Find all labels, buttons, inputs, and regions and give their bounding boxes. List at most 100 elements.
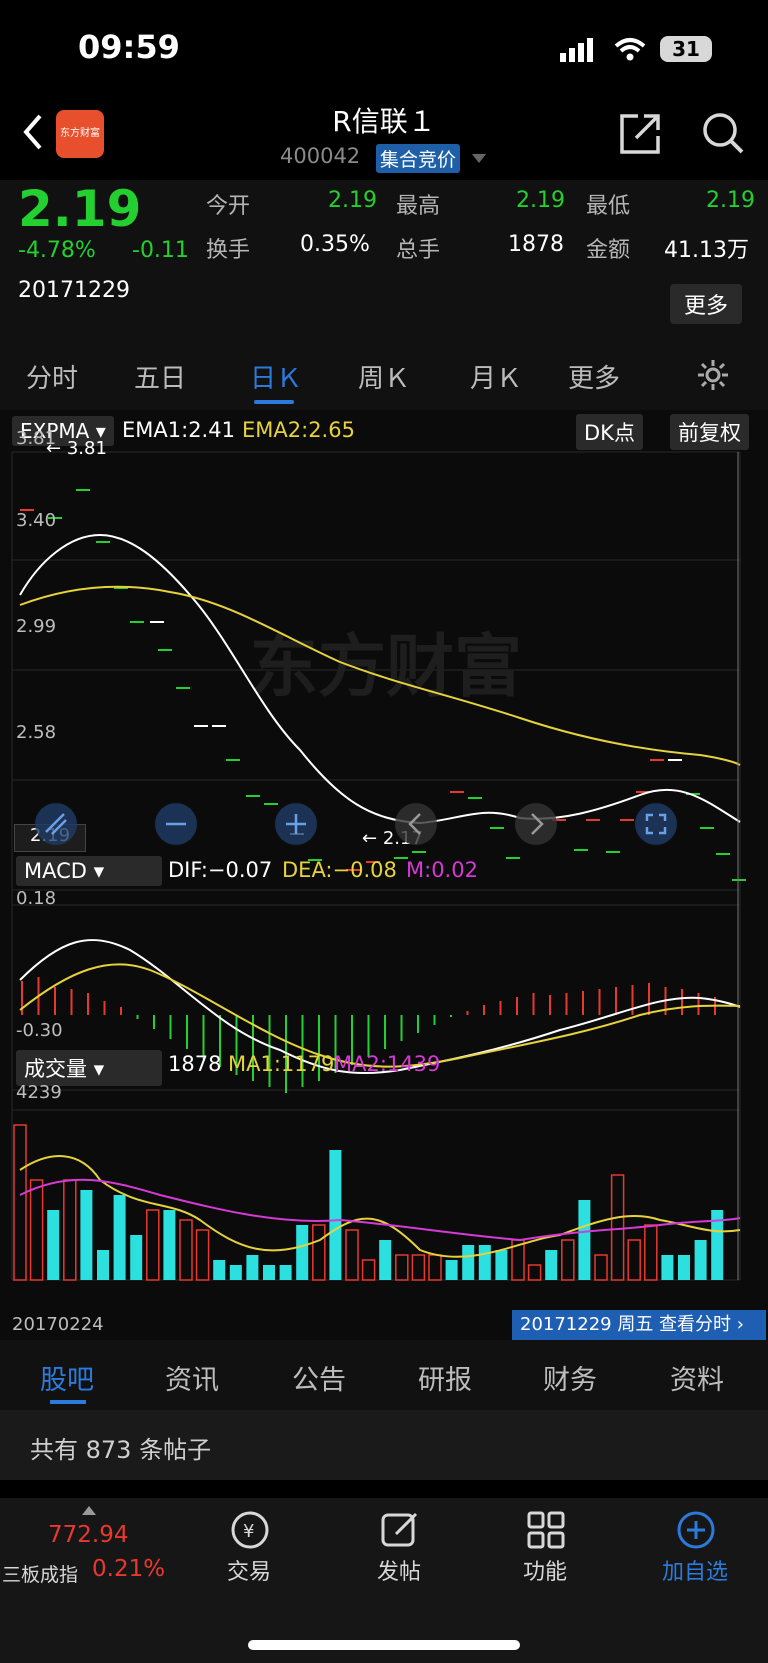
- active-tab-indicator: [254, 400, 294, 404]
- amount-label: 金额: [586, 238, 631, 263]
- prev-icon[interactable]: [394, 802, 438, 846]
- settings-gear-icon[interactable]: [696, 358, 730, 392]
- volume-bar: [462, 1245, 475, 1280]
- post-count-row[interactable]: 共有 873 条帖子: [0, 1410, 768, 1480]
- volume-bar: [478, 1245, 491, 1280]
- change-pct: -4.78%: [18, 238, 96, 263]
- fullscreen-icon[interactable]: [634, 802, 678, 846]
- adjust-price-button[interactable]: 前复权: [670, 414, 749, 450]
- volume-current: 1878: [168, 1052, 222, 1076]
- change-amount: -0.11: [132, 238, 189, 263]
- volume-bar: [113, 1195, 126, 1280]
- next-icon[interactable]: [514, 802, 558, 846]
- volume-bar: [661, 1255, 674, 1280]
- volume-bar: [379, 1240, 392, 1280]
- ema2-label: EMA2:2.65: [242, 418, 355, 442]
- volume-bar: [395, 1254, 409, 1281]
- volume-bar: [179, 1219, 193, 1281]
- tab-monthly-k[interactable]: 月Ｋ: [470, 358, 522, 395]
- volume-bar: [29, 1179, 44, 1281]
- volume-bar: [445, 1260, 458, 1280]
- share-icon[interactable]: [618, 112, 662, 156]
- more-button[interactable]: 更多: [670, 284, 743, 324]
- quote-date: 20171229: [18, 278, 130, 303]
- stock-code: 400042: [280, 144, 361, 168]
- volume-label: 总手: [396, 238, 441, 263]
- volume-bar: [146, 1209, 160, 1281]
- tab-finance[interactable]: 财务: [543, 1358, 597, 1397]
- view-intraday-link[interactable]: 20171229 周五 查看分时 ›: [512, 1310, 766, 1340]
- info-tab-indicator: [50, 1400, 86, 1404]
- volume-select[interactable]: 成交量 ▾: [16, 1050, 162, 1086]
- tab-five-day[interactable]: 五日: [134, 358, 186, 395]
- volume-bar: [213, 1260, 226, 1280]
- volume-bar: [527, 1264, 542, 1281]
- index-value: 772.94: [48, 1522, 129, 1548]
- nav-trade[interactable]: ¥ 交易: [194, 1510, 304, 1586]
- tab-announcements[interactable]: 公告: [292, 1358, 346, 1397]
- high-label: 最高: [396, 194, 441, 219]
- zoom-in-icon[interactable]: [274, 802, 318, 846]
- tab-daily-k[interactable]: 日Ｋ: [250, 358, 302, 395]
- tab-news[interactable]: 资讯: [165, 1358, 219, 1397]
- search-icon[interactable]: [700, 110, 746, 156]
- tab-intraday[interactable]: 分时: [26, 358, 78, 395]
- volume-bar: [246, 1255, 259, 1280]
- tab-profile[interactable]: 资料: [670, 1358, 724, 1397]
- open-label: 今开: [206, 194, 251, 219]
- high-value: 2.19: [516, 188, 565, 213]
- svg-text:¥: ¥: [243, 1521, 254, 1542]
- volume-max-tick: 4239: [16, 1082, 62, 1103]
- vol-ma1-label: MA1:1179: [228, 1052, 335, 1076]
- index-name: 三板成指: [2, 1564, 79, 1586]
- vol-ma2-label: MA2:1439: [334, 1052, 441, 1076]
- open-value: 2.19: [328, 188, 377, 213]
- chart-area: EXPMA ▾ EMA1:2.41 EMA2:2.65 DK点 前复权 东方财富…: [0, 410, 768, 1340]
- zoom-out-icon[interactable]: [154, 802, 198, 846]
- volume-bar: [594, 1254, 608, 1281]
- nav-add-watchlist[interactable]: 加自选: [640, 1510, 750, 1586]
- m-label: M:0.02: [406, 858, 478, 882]
- price-tick-3: 2.99: [16, 616, 57, 637]
- price-tick-4: 2.58: [16, 722, 57, 743]
- add-circle-icon: [677, 1511, 715, 1549]
- volume-bar: [329, 1150, 342, 1280]
- status-time: 09:59: [78, 28, 180, 66]
- tab-weekly-k[interactable]: 周Ｋ: [358, 358, 410, 395]
- macd-select[interactable]: MACD ▾: [16, 856, 162, 886]
- volume-bar: [411, 1254, 426, 1281]
- dk-point-button[interactable]: DK点: [576, 414, 643, 450]
- volume-bar: [279, 1265, 292, 1280]
- chart-period-tabs: 分时 五日 日Ｋ 周Ｋ 月Ｋ 更多: [0, 340, 768, 411]
- nav-post[interactable]: 发帖: [344, 1510, 454, 1586]
- volume-bar: [229, 1265, 242, 1280]
- caret-up-icon: [82, 1506, 96, 1515]
- nav-functions[interactable]: 功能: [490, 1510, 600, 1586]
- svg-text:东方财富: 东方财富: [250, 628, 522, 707]
- volume-bar: [428, 1254, 442, 1281]
- max-price-marker: ← 3.81: [46, 438, 107, 459]
- tab-guba[interactable]: 股吧: [40, 1358, 94, 1397]
- tab-more[interactable]: 更多: [568, 358, 620, 395]
- volume-bar: [163, 1210, 176, 1280]
- stock-header: 东方财富 R信联１ 400042 集合竞价: [0, 100, 768, 180]
- volume-bar: [361, 1259, 376, 1281]
- drawing-icon[interactable]: [34, 802, 78, 846]
- turnover-label: 换手: [206, 238, 251, 263]
- post-count-text: 共有 873 条帖子: [30, 1436, 212, 1464]
- tab-research[interactable]: 研报: [418, 1358, 472, 1397]
- edit-pencil-icon: [381, 1512, 418, 1547]
- volume-bar: [644, 1224, 658, 1281]
- volume-bar: [296, 1225, 309, 1280]
- caret-down-icon[interactable]: [472, 154, 486, 164]
- macd-bottom-tick: -0.30: [16, 1020, 63, 1041]
- index-pct: 0.21%: [92, 1556, 166, 1582]
- volume-bar: [47, 1210, 60, 1280]
- signal-icon: [560, 38, 593, 62]
- volume-bar: [694, 1240, 707, 1280]
- bottom-nav: 772.94 三板成指 0.21% ¥ 交易 发帖 功能 加自选: [0, 1498, 768, 1663]
- wifi-icon: [614, 38, 646, 61]
- volume-bar: [130, 1235, 143, 1280]
- trade-yen-icon: ¥: [231, 1511, 269, 1549]
- turnover-value: 0.35%: [300, 232, 370, 257]
